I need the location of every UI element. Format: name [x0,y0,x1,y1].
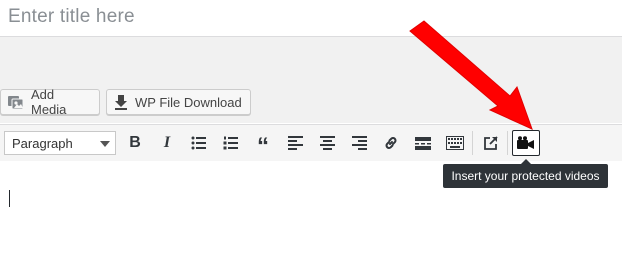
align-left-button[interactable] [284,132,306,154]
bullet-list-icon [191,136,206,150]
align-center-icon [319,136,335,150]
title-input[interactable]: Enter title here [8,6,135,28]
numbered-list-button[interactable] [220,132,242,154]
wp-file-download-button[interactable]: WP File Download [106,89,251,115]
add-media-label: Add Media [31,87,67,117]
link-icon [385,137,397,149]
format-select[interactable]: Paragraph [4,131,116,155]
toolbar-toggle-icon [446,136,464,150]
wp-file-download-label: WP File Download [135,94,242,110]
blockquote-icon: “ [257,133,269,160]
format-select-value: Paragraph [12,135,73,151]
read-more-button[interactable] [412,132,434,154]
align-right-icon [351,136,367,150]
text-cursor [9,190,10,207]
blockquote-button[interactable]: “ [252,132,274,160]
toolbar-toggle-button[interactable] [444,132,466,154]
bullet-list-button[interactable] [188,132,210,154]
external-link-icon [484,136,498,150]
tooltip-text: Insert your protected videos [451,169,600,183]
insert-protected-video-button[interactable] [512,130,540,156]
align-left-icon [287,136,303,150]
title-field[interactable]: Enter title here [0,0,622,37]
add-media-button[interactable]: Add Media [0,87,100,117]
align-center-button[interactable] [316,132,338,154]
chevron-down-icon [100,141,110,147]
numbered-list-icon [223,136,238,150]
italic-icon: I [163,134,171,151]
bold-button[interactable]: B [124,132,146,154]
bold-icon: B [129,134,141,151]
read-more-icon [415,137,431,150]
editor-toolbar: Paragraph B I “ [0,124,622,162]
video-camera-icon [517,136,534,149]
align-right-button[interactable] [348,132,370,154]
italic-button[interactable]: I [156,132,178,154]
toolbar-divider [472,131,473,155]
external-link-button[interactable] [480,132,502,154]
toolbar-divider [507,131,508,155]
video-tooltip: Insert your protected videos [443,164,608,188]
add-media-icon [7,94,25,110]
insert-link-button[interactable] [380,132,402,154]
download-icon [113,94,129,110]
